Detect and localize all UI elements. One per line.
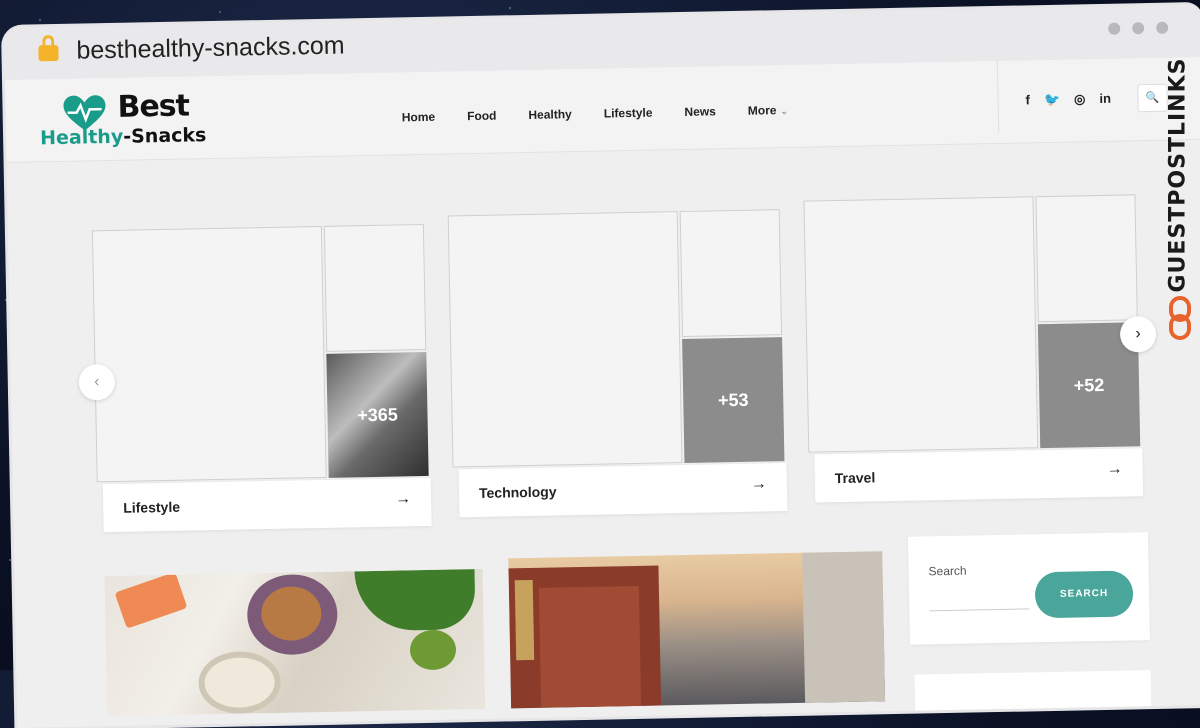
search-label: Search [928, 563, 967, 579]
url-text[interactable]: besthealthy-snacks.com [76, 31, 345, 65]
browser-window: besthealthy-snacks.com Best Healthy-Snac… [0, 0, 1200, 728]
card-footer[interactable]: Technology → [458, 463, 788, 518]
lock-icon [38, 44, 59, 62]
logo-best: Best [117, 88, 190, 125]
guestpostlinks-watermark: GUESTPOSTLINKS [1160, 57, 1200, 350]
chevron-right-icon: › [1135, 325, 1141, 343]
category-card-lifestyle[interactable]: +365 Lifestyle → [91, 223, 432, 533]
nav-item-lifestyle[interactable]: Lifestyle [604, 106, 653, 121]
window-dot-icon[interactable] [1156, 21, 1169, 34]
street-building-right [802, 551, 886, 703]
sidebar-widget [914, 670, 1152, 715]
food-avocado [409, 629, 457, 671]
card-image-main [447, 211, 683, 468]
nav-more-label: More [747, 103, 777, 118]
web-page: Best Healthy-Snacks Home Food Healthy Li… [4, 57, 1200, 728]
logo-healthy: Healthy [39, 125, 124, 150]
site-logo[interactable]: Best Healthy-Snacks [39, 88, 210, 155]
nav-item-healthy[interactable]: Healthy [528, 107, 572, 122]
window-controls [1108, 21, 1169, 35]
search-input[interactable] [929, 608, 1030, 612]
card-label: Technology [478, 483, 557, 501]
arrow-right-icon[interactable]: → [395, 490, 411, 508]
chevron-left-icon: ‹ [93, 373, 100, 391]
chevron-down-icon: ⌄ [780, 105, 789, 117]
nav-item-home[interactable]: Home [402, 110, 436, 125]
card-footer[interactable]: Travel → [814, 448, 1144, 503]
twitter-icon[interactable]: 🐦 [1044, 92, 1060, 108]
food-salmon [114, 571, 188, 629]
post-image-street[interactable] [508, 551, 886, 709]
card-count: +365 [357, 404, 398, 425]
card-count-tile: +53 [682, 337, 785, 464]
carousel-next-button[interactable]: › [1119, 315, 1157, 353]
card-footer[interactable]: Lifestyle → [102, 477, 432, 533]
post-image-food[interactable] [104, 568, 486, 717]
card-count: +52 [1073, 374, 1105, 396]
nav-item-more[interactable]: More ⌄ [748, 103, 788, 118]
street-building-left-2 [538, 585, 642, 708]
watermark-text: GUESTPOSTLINKS [1165, 57, 1191, 293]
search-button[interactable]: SEARCH [1034, 570, 1134, 619]
header-divider [996, 60, 1000, 133]
nav-item-food[interactable]: Food [467, 109, 497, 124]
linkedin-icon[interactable]: in [1099, 91, 1111, 107]
category-card-technology[interactable]: +53 Technology → [447, 209, 788, 518]
chain-link-icon [1169, 296, 1191, 340]
logo-tagline: Healthy-Snacks [40, 124, 207, 149]
card-label: Travel [834, 469, 876, 487]
social-links: f 🐦 ◎ in [1025, 91, 1111, 109]
card-image-thumb [679, 209, 783, 338]
window-dot-icon[interactable] [1132, 22, 1145, 35]
card-image-thumb [1035, 194, 1138, 323]
browser-frame: besthealthy-snacks.com Best Healthy-Snac… [4, 5, 1200, 728]
logo-snacks: -Snacks [123, 124, 207, 148]
instagram-icon[interactable]: ◎ [1074, 91, 1086, 107]
arrow-right-icon[interactable]: → [751, 475, 767, 493]
nav-item-news[interactable]: News [684, 104, 716, 119]
window-dot-icon[interactable] [1108, 22, 1121, 35]
card-image-thumb [323, 223, 427, 352]
food-rice [198, 650, 282, 715]
main-nav: Home Food Healthy Lifestyle News More ⌄ [402, 103, 788, 124]
card-label: Lifestyle [123, 498, 181, 516]
card-image-main [803, 196, 1039, 453]
category-card-travel[interactable]: +52 Travel → [803, 194, 1144, 503]
facebook-icon[interactable]: f [1025, 92, 1030, 108]
sidebar-search-widget: Search SEARCH [907, 532, 1150, 645]
arrow-right-icon[interactable]: → [1107, 461, 1123, 479]
card-count-tile: +365 [326, 351, 429, 478]
food-greens [354, 569, 476, 632]
street-sign [514, 579, 535, 661]
card-count: +53 [717, 389, 749, 410]
card-image-main [91, 225, 327, 483]
